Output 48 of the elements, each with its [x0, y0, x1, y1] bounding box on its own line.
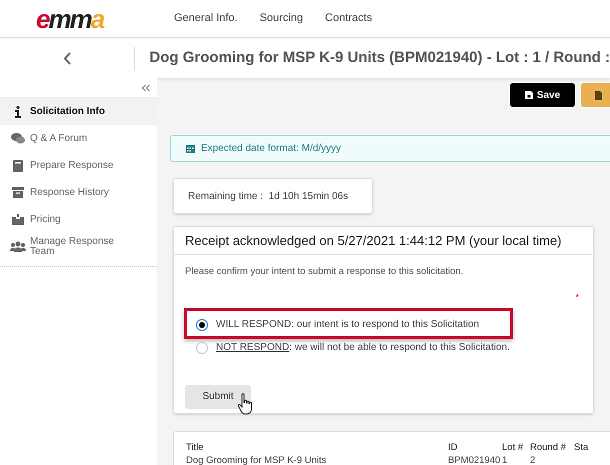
- sidebar-item[interactable]: Q & A Forum: [0, 125, 157, 152]
- save-icon: [524, 91, 533, 99]
- sidebar-item[interactable]: Response History: [0, 179, 157, 206]
- radio-label[interactable]: NOT RESPOND: we will not be able to respond to this Solicitation.: [216, 340, 510, 356]
- sidebar-item[interactable]: Prepare Response: [0, 152, 157, 179]
- column-header: ID: [448, 442, 458, 453]
- info-icon: [15, 106, 21, 118]
- intent-prompt: Please confirm your intent to submit a response to this solicitation.: [185, 265, 464, 279]
- page-title: Dog Grooming for MSP K-9 Units (BPM021940) - Lot : 1 / Round :: [149, 48, 610, 68]
- radio-button[interactable]: [196, 342, 208, 354]
- column-header: Lot #: [502, 442, 524, 453]
- alert-text: Expected date format: M/d/yyyy: [201, 142, 342, 156]
- sidebar-label: Q & A Forum: [30, 134, 88, 144]
- sidebar-item[interactable]: Pricing: [0, 206, 157, 233]
- sidebar-label: Manage Response Team: [30, 236, 115, 256]
- radio-button[interactable]: [196, 318, 208, 331]
- column-header: Title: [186, 442, 204, 453]
- box-icon: [12, 214, 24, 225]
- table-cell: Dog Grooming for MSP K-9 Units: [186, 455, 326, 465]
- column-header: Sta: [574, 442, 588, 453]
- card-title: Receipt acknowledged on 5/27/2021 1:44:12 PM (your local time): [174, 227, 593, 255]
- book-icon: [13, 160, 23, 172]
- table-cell: 2: [530, 455, 536, 465]
- sidebar-label: Prepare Response: [30, 160, 114, 170]
- comments-icon: [11, 133, 25, 144]
- document-icon: [595, 90, 602, 100]
- table-cell: 1: [502, 455, 508, 465]
- collapse-icon[interactable]: [141, 84, 151, 92]
- sidebar-label: Solicitation Info: [30, 106, 105, 116]
- nav-link[interactable]: General Info.: [174, 10, 238, 27]
- back-chevron-icon[interactable]: [62, 52, 71, 65]
- sidebar-label: Response History: [30, 188, 109, 198]
- nav-link[interactable]: Sourcing: [260, 10, 304, 27]
- sidebar-label: Pricing: [30, 214, 61, 224]
- nav-link[interactable]: Contracts: [325, 10, 372, 27]
- sidebar-item[interactable]: Manage Response Team: [0, 233, 157, 260]
- archive-icon: [12, 187, 24, 198]
- calendar-icon: [186, 144, 195, 153]
- save-button[interactable]: Save: [510, 83, 575, 107]
- remaining-time: Remaining time : 1d 10h 15min 06s: [188, 190, 348, 204]
- sidebar-item[interactable]: Solicitation Info: [0, 98, 157, 125]
- table-cell: BPM021940: [448, 455, 500, 465]
- required-mark: *: [575, 293, 579, 302]
- radio-label[interactable]: WILL RESPOND: our intent is to respond to this Solicitation: [216, 317, 480, 332]
- users-icon: [10, 241, 26, 252]
- column-header: Round #: [530, 442, 566, 453]
- document-button[interactable]: [581, 83, 610, 107]
- logo[interactable]: emma: [36, 6, 116, 32]
